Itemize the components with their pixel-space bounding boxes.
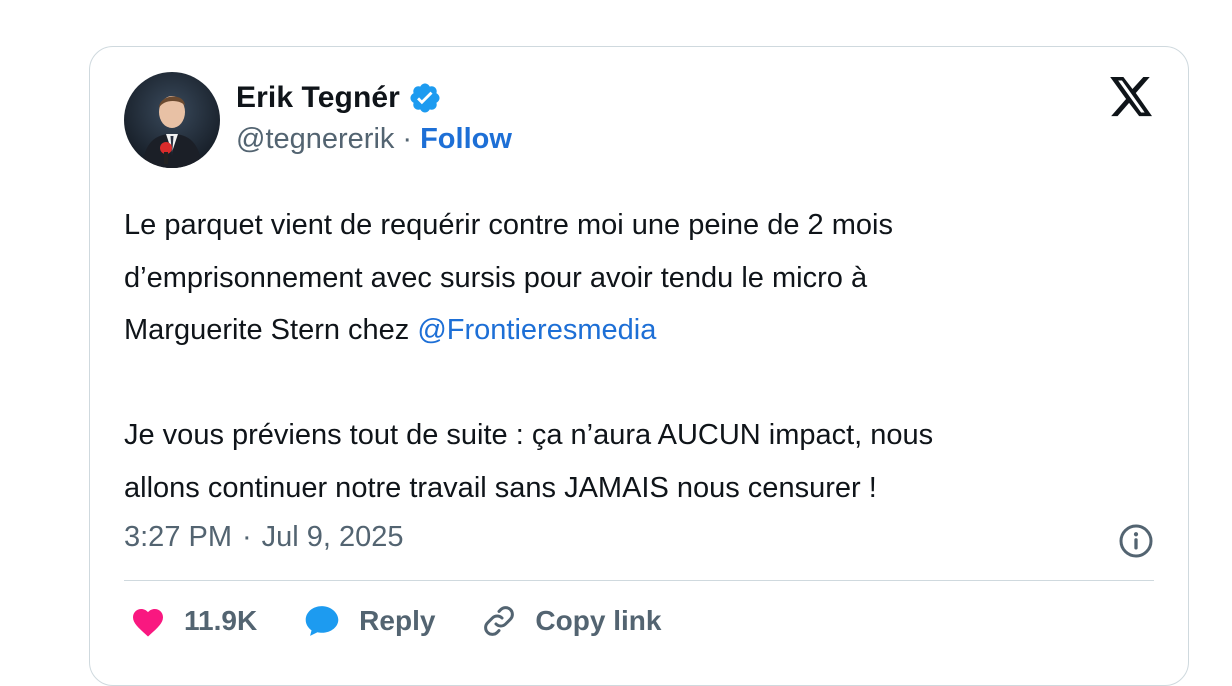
author-display-name[interactable]: Erik Tegnér [236,81,400,115]
reply-label: Reply [359,605,436,636]
tweet-line: Le parquet vient de requérir contre moi … [124,209,893,241]
verified-badge-icon [408,81,442,115]
author-handle-row: @tegnererik · Follow [236,123,512,156]
x-logo-icon[interactable] [1110,77,1154,117]
reply-button[interactable]: Reply [303,604,435,638]
tweet-line: Je vous préviens tout de suite : ça n’au… [124,419,934,451]
tweet-timestamp[interactable]: 3:27 PM · Jul 9, 2025 [124,521,404,554]
tweet-line-text: Marguerite Stern chez [124,314,418,346]
tweet-card[interactable]: Erik Tegnér @tegnererik · Follow Le parq… [89,46,1189,686]
timestamp-separator: · [242,521,252,553]
tweet-time: 3:27 PM [124,521,232,553]
tweet-text: Le parquet vient de requérir contre moi … [124,199,1084,514]
mention-link[interactable]: @Frontieresmedia [417,314,656,346]
tweet-date: Jul 9, 2025 [261,521,404,553]
like-count: 11.9K [184,605,258,636]
copy-link-button[interactable]: Copy link [481,603,661,639]
handle-separator: · [402,123,413,155]
copy-link-label: Copy link [535,605,662,636]
info-icon[interactable] [1118,523,1154,559]
link-icon [481,603,517,639]
divider [124,580,1154,581]
tweet-line: Marguerite Stern chez @Frontieresmedia [124,304,1084,357]
tweet-line: d’emprisonnement avec sursis pour avoir … [124,261,868,294]
action-bar: 11.9K Reply Copy link [130,603,707,639]
heart-icon [130,604,166,638]
avatar[interactable] [124,72,220,168]
follow-button[interactable]: Follow [420,123,512,156]
like-button[interactable]: 11.9K [130,604,257,638]
speech-bubble-icon [303,604,341,638]
author-name-row: Erik Tegnér [236,81,442,115]
author-handle[interactable]: @tegnererik [236,123,394,156]
tweet-line: allons continuer notre travail sans JAMA… [124,471,877,504]
